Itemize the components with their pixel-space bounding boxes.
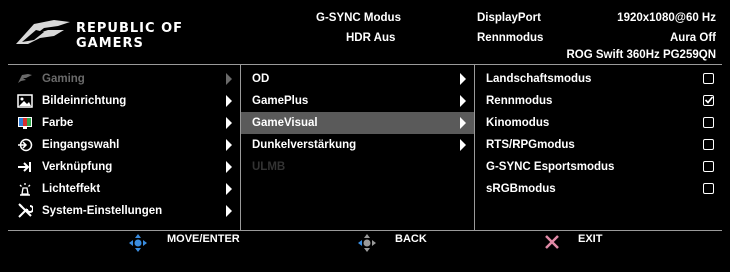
gamepad-icon (16, 71, 34, 87)
logo-line-2: GAMERS (76, 36, 144, 51)
checkbox-checked[interactable] (703, 95, 714, 106)
mode-status: Rennmodus (477, 32, 544, 44)
chevron-right-icon (226, 73, 232, 85)
menu-label: Lichteffekt (42, 183, 101, 195)
chevron-right-icon (226, 183, 232, 195)
menu-item-eingangswahl[interactable]: Eingangswahl (8, 134, 240, 156)
checkbox[interactable] (703, 161, 714, 172)
option-label: G-SYNC Esportsmodus (486, 161, 615, 173)
checkbox[interactable] (703, 183, 714, 194)
menu-label: Bildeinrichtung (42, 95, 127, 107)
option-label: Rennmodus (486, 95, 553, 107)
logo-line-1: REPUBLIC OF (76, 21, 184, 36)
wrench-icon (16, 203, 34, 219)
submenu-item-dunkelverstaerkung[interactable]: Dunkelverstärkung (241, 134, 474, 156)
chevron-right-icon (460, 73, 466, 85)
joystick-back-icon (358, 234, 376, 252)
option-label: sRGBmodus (486, 183, 556, 195)
submenu-label: ULMB (252, 161, 286, 173)
menu-label: System-Einstellungen (42, 205, 163, 217)
chevron-right-icon (226, 205, 232, 217)
option-rennmodus[interactable]: Rennmodus (475, 90, 722, 112)
shortcut-icon (16, 159, 34, 175)
input-status: DisplayPort (477, 12, 541, 24)
option-kinomodus[interactable]: Kinomodus (475, 112, 722, 134)
option-gsync-esportsmodus[interactable]: G-SYNC Esportsmodus (475, 156, 722, 178)
color-icon (16, 115, 34, 131)
submenu-item-ulmb: ULMB (241, 156, 474, 178)
menu-item-bildeinrichtung[interactable]: Bildeinrichtung (8, 90, 240, 112)
chevron-right-icon (226, 95, 232, 107)
menu-label: Gaming (42, 73, 85, 85)
submenu-item-od[interactable]: OD (241, 68, 474, 90)
submenu-item-gameplus[interactable]: GamePlus (241, 90, 474, 112)
checkbox[interactable] (703, 73, 714, 84)
chevron-right-icon (226, 139, 232, 151)
submenu-label: GameVisual (252, 117, 318, 129)
submenu-label: OD (252, 73, 270, 85)
sub-menu: OD GamePlus GameVisual Dunkelverstärkung… (241, 64, 475, 230)
aura-status: Aura Off (670, 32, 716, 44)
option-landschaftsmodus[interactable]: Landschaftsmodus (475, 68, 722, 90)
menu-item-gaming[interactable]: Gaming (8, 68, 240, 90)
option-srgbmodus[interactable]: sRGBmodus (475, 178, 722, 200)
move-enter-label: MOVE/ENTER (167, 233, 240, 245)
exit-icon (545, 235, 559, 249)
rog-logo: REPUBLIC OF GAMERS (14, 14, 192, 54)
bottom-divider (8, 230, 722, 231)
submenu-label: GamePlus (252, 95, 309, 107)
menu-label: Eingangswahl (42, 139, 120, 151)
menu-item-system-einstellungen[interactable]: System-Einstellungen (8, 200, 240, 222)
checkmark-icon (704, 96, 714, 104)
gsync-status: G-SYNC Modus (316, 12, 401, 24)
model-name: ROG Swift 360Hz PG259QN (566, 49, 716, 61)
chevron-right-icon (460, 95, 466, 107)
option-rts-rpgmodus[interactable]: RTS/RPGmodus (475, 134, 722, 156)
hdr-status: HDR Aus (346, 32, 396, 44)
chevron-right-icon (226, 117, 232, 129)
submenu-item-gamevisual[interactable]: GameVisual (241, 112, 474, 134)
menu-item-verknuepfung[interactable]: Verknüpfung (8, 156, 240, 178)
chevron-right-icon (460, 117, 466, 129)
option-label: Kinomodus (486, 117, 550, 129)
menu-item-farbe[interactable]: Farbe (8, 112, 240, 134)
chevron-right-icon (460, 139, 466, 151)
joystick-move-icon (129, 234, 147, 252)
option-label: RTS/RPGmodus (486, 139, 575, 151)
checkbox[interactable] (703, 139, 714, 150)
light-effect-icon (16, 181, 34, 197)
main-menu: Gaming Bildeinrichtung Farbe Eingangswah… (8, 64, 241, 230)
input-icon (16, 137, 34, 153)
chevron-right-icon (226, 161, 232, 173)
rog-eye-icon (16, 20, 70, 44)
menu-label: Verknüpfung (42, 161, 113, 173)
submenu-label: Dunkelverstärkung (252, 139, 357, 151)
menu-item-lichteffekt[interactable]: Lichteffekt (8, 178, 240, 200)
back-label: BACK (395, 233, 427, 245)
gamevisual-options: Landschaftsmodus Rennmodus Kinomodus RTS… (475, 64, 722, 230)
option-label: Landschaftsmodus (486, 73, 592, 85)
image-icon (16, 93, 34, 109)
exit-label: EXIT (578, 233, 603, 245)
checkbox[interactable] (703, 117, 714, 128)
resolution-status: 1920x1080@60 Hz (617, 12, 716, 24)
menu-label: Farbe (42, 117, 74, 129)
